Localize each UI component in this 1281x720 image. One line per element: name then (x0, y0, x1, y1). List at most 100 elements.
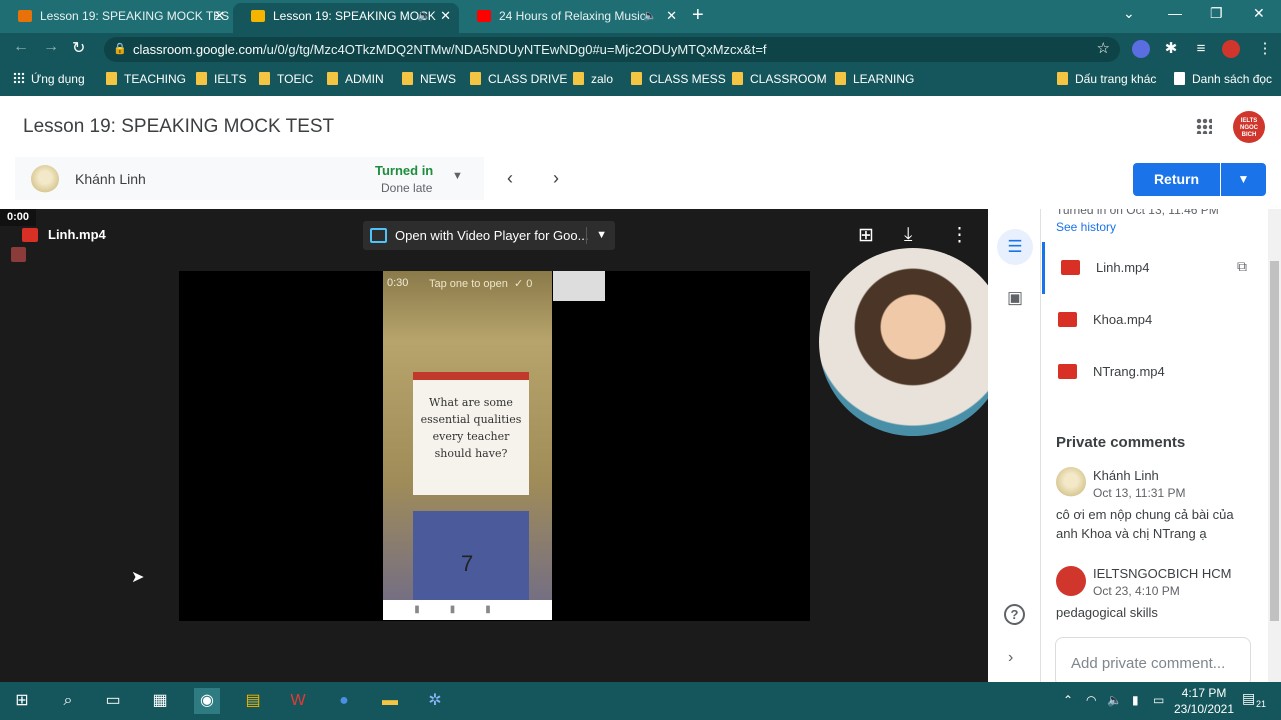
comment-author: IELTSNGOCBICH HCM (1093, 566, 1232, 581)
open-in-new-icon[interactable]: ⧉ (1237, 258, 1247, 275)
bookmark-folder[interactable]: CLASS DRIVE (470, 72, 567, 86)
panel-scrollbar[interactable] (1268, 209, 1281, 682)
chrome-menu-icon[interactable]: ⋮ (1256, 40, 1274, 58)
private-comment-input[interactable]: Add private comment... (1055, 637, 1251, 682)
bookmark-folder[interactable]: CLASS MESS (631, 72, 726, 86)
taskbar: ⊞ ⌕ ▭ ▦ ◉ ▤ W ● ▬ ✲ ⌃ ◠ 🔈 ▮ ▭ 4:17 PM 23… (0, 682, 1281, 720)
status-subtext: Done late (381, 181, 433, 195)
bookmark-apps[interactable]: Ứng dụng (13, 72, 85, 86)
help-icon[interactable]: ? (1004, 604, 1025, 625)
audio-icon[interactable]: 🔈 (643, 3, 657, 29)
notifications-icon[interactable]: ▤ (1242, 690, 1255, 707)
youtube-favicon-icon (477, 10, 491, 22)
tray-chevron-icon[interactable]: ⌃ (1063, 693, 1073, 707)
avatar[interactable]: IELTS NGOC BICH (1233, 111, 1265, 143)
maximize-icon[interactable]: ❐ (1210, 5, 1223, 22)
open-with-button[interactable]: Open with Video Player for Goo... ▼ (363, 221, 615, 250)
bookmark-folder[interactable]: IELTS (196, 72, 246, 86)
folder-icon (402, 72, 413, 85)
video-player-icon (370, 228, 387, 243)
mic-icon[interactable]: ▮ (1132, 693, 1139, 707)
close-window-icon[interactable]: ✕ (1253, 5, 1265, 22)
next-student-icon[interactable]: › (553, 168, 559, 189)
video-file-icon (1061, 260, 1080, 275)
more-vert-icon[interactable]: ⋮ (950, 224, 969, 247)
wifi-icon[interactable]: ◠ (1086, 693, 1096, 707)
audio-icon[interactable]: 🔈 (417, 3, 431, 29)
bookmark-folder[interactable]: CLASSROOM (732, 72, 827, 86)
browser-tab-1[interactable]: Lesson 19: SPEAKING MOCK TES ✕ (0, 3, 233, 33)
folder-icon (327, 72, 338, 85)
bookmark-folder[interactable]: TOEIC (259, 72, 313, 86)
folder-icon (106, 72, 117, 85)
file-item[interactable]: Linh.mp4 ⧉ (1042, 242, 1268, 294)
scrollbar-thumb[interactable] (1270, 261, 1279, 621)
chevron-right-icon[interactable]: › (1008, 649, 1013, 667)
return-dropdown-icon[interactable]: ▼ (1221, 163, 1266, 196)
comments-icon[interactable]: ▣ (997, 280, 1033, 316)
bookmark-folder[interactable]: zalo (573, 72, 613, 86)
system-clock[interactable]: 4:17 PM 23/10/2021 (1166, 685, 1242, 717)
close-tab-icon[interactable]: ✕ (666, 3, 677, 29)
student-selector[interactable]: Khánh Linh Turned in Done late ▼ (15, 157, 484, 200)
puzzle-icon[interactable]: ✱ (1162, 40, 1180, 58)
windows-start-icon[interactable]: ⊞ (9, 688, 35, 714)
bookmark-other[interactable]: Dấu trang khác (1057, 72, 1156, 86)
bookmark-folder[interactable]: NEWS (402, 72, 456, 86)
slides-icon[interactable]: ▤ (240, 688, 266, 714)
address-bar[interactable]: 🔒 classroom.google.com/u/0/g/tg/Mzc4OTkz… (104, 37, 1120, 62)
file-item[interactable]: Khoa.mp4 (1042, 294, 1268, 346)
pip-thumbnail (553, 271, 605, 301)
google-apps-icon[interactable] (1196, 118, 1212, 134)
zoom-icon[interactable]: ● (331, 688, 357, 714)
wps-icon[interactable]: W (285, 688, 311, 714)
browser-tab-3[interactable]: 24 Hours of Relaxing Music - 🔈 ✕ (459, 3, 685, 33)
add-comment-icon[interactable]: ⊞ (858, 224, 874, 247)
clock-date: 23/10/2021 (1173, 702, 1235, 716)
minimize-icon[interactable]: — (1168, 5, 1182, 21)
chrome-icon[interactable]: ◉ (194, 688, 220, 714)
folder-icon (196, 72, 207, 85)
return-button[interactable]: Return (1133, 163, 1220, 196)
battery-icon[interactable]: ▭ (1153, 693, 1164, 707)
back-icon[interactable]: ← (13, 38, 29, 56)
reading-list-icon[interactable]: ≡ (1192, 40, 1210, 58)
download-icon[interactable]: ⤓ (904, 224, 912, 246)
new-tab-icon[interactable]: + (692, 4, 704, 27)
search-icon[interactable]: ⌕ (55, 688, 81, 714)
comment-author: Khánh Linh (1093, 468, 1159, 483)
details-icon[interactable]: ☰ (997, 229, 1033, 265)
tab-label: Lesson 19: SPEAKING MOCK (273, 9, 436, 23)
file-explorer-icon[interactable]: ▬ (377, 688, 403, 714)
reading-list-icon (1174, 72, 1185, 85)
tab-label: Lesson 19: SPEAKING MOCK TES (40, 9, 230, 23)
forward-icon[interactable]: → (43, 38, 59, 56)
file-item[interactable]: NTrang.mp4 (1042, 346, 1268, 398)
browser-tab-2[interactable]: Lesson 19: SPEAKING MOCK 🔈 ✕ (233, 3, 459, 33)
profile-avatar-icon[interactable] (1222, 40, 1240, 58)
extension-icon[interactable] (1132, 40, 1150, 58)
folder-icon (732, 72, 743, 85)
video-file-icon (1058, 364, 1077, 379)
close-tab-icon[interactable]: ✕ (214, 3, 225, 29)
close-tab-icon[interactable]: ✕ (440, 3, 451, 29)
bookmark-folder[interactable]: ADMIN (327, 72, 384, 86)
reload-icon[interactable]: ↻ (72, 38, 85, 58)
task-view-icon[interactable]: ▭ (100, 688, 126, 714)
comment-text: pedagogical skills (1056, 605, 1158, 620)
settings-gear-icon[interactable]: ✲ (422, 688, 448, 714)
reading-list[interactable]: Danh sách đọc (1174, 72, 1272, 86)
record-icon (11, 247, 26, 262)
chevron-down-icon[interactable]: ▼ (596, 221, 607, 250)
bookmark-star-icon[interactable]: ☆ (1097, 39, 1110, 57)
comment-date: Oct 23, 4:10 PM (1093, 584, 1180, 598)
chevron-down-icon[interactable]: ▼ (452, 170, 463, 182)
see-history-link[interactable]: See history (1056, 220, 1116, 234)
question-card: What are some essential qualities every … (413, 372, 529, 495)
tab-search-icon[interactable]: ⌄ (1123, 5, 1135, 22)
store-icon[interactable]: ▦ (147, 688, 173, 714)
previous-student-icon[interactable]: ‹ (507, 168, 513, 189)
volume-icon[interactable]: 🔈 (1107, 693, 1122, 707)
bookmark-folder[interactable]: TEACHING (106, 72, 186, 86)
bookmark-folder[interactable]: LEARNING (835, 72, 914, 86)
